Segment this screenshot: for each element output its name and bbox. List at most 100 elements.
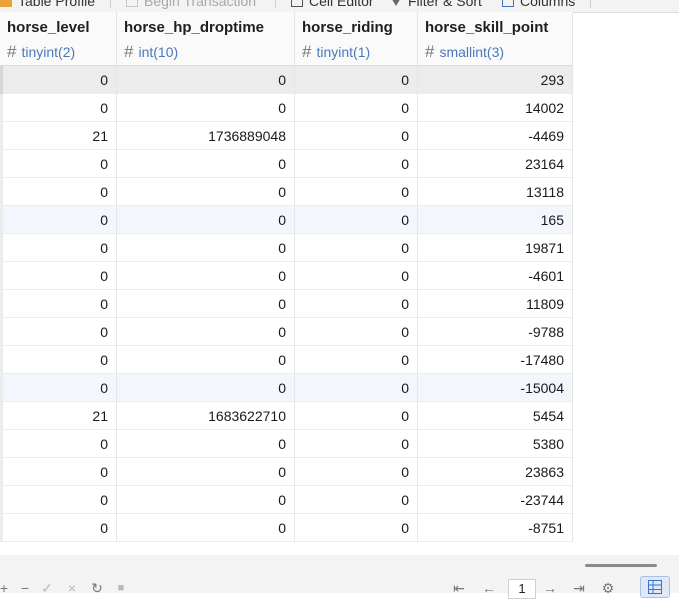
- table-cell[interactable]: 0: [117, 178, 295, 206]
- table-cell[interactable]: 0: [117, 94, 295, 122]
- table-cell[interactable]: 0: [117, 318, 295, 346]
- table-cell[interactable]: 0: [295, 178, 418, 206]
- filter-sort-button[interactable]: Filter & Sort: [390, 0, 482, 10]
- row-indicator: [0, 122, 3, 150]
- table-cell[interactable]: 0: [295, 402, 418, 430]
- table-cell[interactable]: 0: [295, 66, 418, 94]
- column-type: # int(10): [124, 42, 178, 62]
- table-profile-button[interactable]: Table Profile: [0, 0, 95, 10]
- table-cell[interactable]: 165: [418, 206, 573, 234]
- table-cell[interactable]: -15004: [418, 374, 573, 402]
- table-cell[interactable]: 0: [295, 234, 418, 262]
- apply-changes-button[interactable]: ✓: [40, 580, 54, 596]
- page-number-input[interactable]: 1: [508, 579, 536, 599]
- table-cell[interactable]: 11809: [418, 290, 573, 318]
- grid-view-button[interactable]: [640, 576, 670, 598]
- last-page-button[interactable]: ⇥: [572, 580, 586, 596]
- table-cell[interactable]: 0: [0, 150, 117, 178]
- table-cell[interactable]: 0: [117, 206, 295, 234]
- table-cell[interactable]: 0: [0, 318, 117, 346]
- refresh-button[interactable]: ↻: [90, 580, 104, 596]
- column-header-horse-riding[interactable]: horse_riding # tinyint(1): [295, 12, 418, 66]
- table-cell[interactable]: 0: [117, 346, 295, 374]
- table-cell[interactable]: 0: [0, 262, 117, 290]
- table-cell[interactable]: 21: [0, 402, 117, 430]
- table-cell[interactable]: 0: [295, 374, 418, 402]
- table-cell[interactable]: -23744: [418, 486, 573, 514]
- table-cell[interactable]: 0: [295, 150, 418, 178]
- table-cell[interactable]: 13118: [418, 178, 573, 206]
- table-cell[interactable]: 0: [0, 206, 117, 234]
- table-cell[interactable]: 0: [0, 374, 117, 402]
- column-type: # tinyint(1): [302, 42, 370, 62]
- table-cell[interactable]: 293: [418, 66, 573, 94]
- table-cell[interactable]: 0: [0, 94, 117, 122]
- table-cell[interactable]: 0: [117, 66, 295, 94]
- cell-editor-button[interactable]: Cell Editor: [291, 0, 374, 10]
- table-cell[interactable]: 0: [117, 486, 295, 514]
- table-cell[interactable]: 0: [295, 318, 418, 346]
- table-cell[interactable]: 0: [117, 458, 295, 486]
- column-header-horse-level[interactable]: horse_level # tinyint(2): [0, 12, 117, 66]
- table-cell[interactable]: 0: [0, 178, 117, 206]
- discard-changes-button[interactable]: ×: [65, 580, 79, 596]
- delete-row-button[interactable]: −: [18, 580, 32, 596]
- table-cell[interactable]: 0: [295, 458, 418, 486]
- row-indicator: [0, 486, 3, 514]
- table-cell[interactable]: 5380: [418, 430, 573, 458]
- column-header-horse-hp-droptime[interactable]: horse_hp_droptime # int(10): [117, 12, 295, 66]
- table-cell[interactable]: 0: [0, 514, 117, 542]
- table-cell[interactable]: 0: [295, 290, 418, 318]
- table-cell[interactable]: 0: [0, 290, 117, 318]
- table-cell[interactable]: 0: [295, 122, 418, 150]
- table-cell[interactable]: 0: [295, 514, 418, 542]
- table-cell[interactable]: 0: [295, 206, 418, 234]
- add-row-button[interactable]: +: [0, 580, 10, 596]
- table-profile-icon: [0, 0, 12, 7]
- horizontal-scrollbar[interactable]: [0, 555, 679, 579]
- scrollbar-thumb[interactable]: [585, 564, 657, 567]
- table-cell[interactable]: -4601: [418, 262, 573, 290]
- table-cell[interactable]: -4469: [418, 122, 573, 150]
- table-cell[interactable]: 0: [117, 234, 295, 262]
- table-cell[interactable]: 0: [0, 458, 117, 486]
- previous-page-button[interactable]: ←: [482, 580, 496, 596]
- table-cell[interactable]: 0: [117, 374, 295, 402]
- table-cell[interactable]: 0: [0, 486, 117, 514]
- table-cell[interactable]: -9788: [418, 318, 573, 346]
- next-page-button[interactable]: →: [543, 580, 557, 596]
- table-cell[interactable]: 0: [295, 346, 418, 374]
- table-cell[interactable]: 1683622710: [117, 402, 295, 430]
- table-cell[interactable]: 0: [0, 430, 117, 458]
- table-cell[interactable]: 23164: [418, 150, 573, 178]
- table-cell[interactable]: 0: [295, 262, 418, 290]
- begin-transaction-button[interactable]: Begin Transaction: [126, 0, 256, 10]
- remove-icon: −: [20, 580, 30, 596]
- table-cell[interactable]: 0: [0, 234, 117, 262]
- table-cell[interactable]: 19871: [418, 234, 573, 262]
- table-cell[interactable]: 21: [0, 122, 117, 150]
- table-cell[interactable]: 0: [117, 430, 295, 458]
- table-cell[interactable]: 5454: [418, 402, 573, 430]
- table-cell[interactable]: 0: [117, 290, 295, 318]
- table-cell[interactable]: 0: [117, 514, 295, 542]
- table-cell[interactable]: 0: [295, 430, 418, 458]
- table-cell[interactable]: -17480: [418, 346, 573, 374]
- table-cell[interactable]: 0: [0, 346, 117, 374]
- table-cell[interactable]: 0: [117, 262, 295, 290]
- columns-button[interactable]: Columns: [502, 0, 575, 10]
- row-indicator: [0, 374, 3, 402]
- first-page-button[interactable]: ⇤: [452, 580, 466, 596]
- table-cell[interactable]: 23863: [418, 458, 573, 486]
- settings-button[interactable]: ⚙: [601, 580, 615, 596]
- stop-button[interactable]: ■: [114, 580, 128, 596]
- table-cell[interactable]: 0: [295, 486, 418, 514]
- table-cell[interactable]: 0: [117, 150, 295, 178]
- column-header-horse-skill-point[interactable]: horse_skill_point # smallint(3): [418, 12, 573, 66]
- table-cell[interactable]: -8751: [418, 514, 573, 542]
- table-cell[interactable]: 0: [295, 94, 418, 122]
- table-cell[interactable]: 0: [0, 66, 117, 94]
- table-cell[interactable]: 1736889048: [117, 122, 295, 150]
- stop-icon: ■: [117, 582, 125, 594]
- table-cell[interactable]: 14002: [418, 94, 573, 122]
